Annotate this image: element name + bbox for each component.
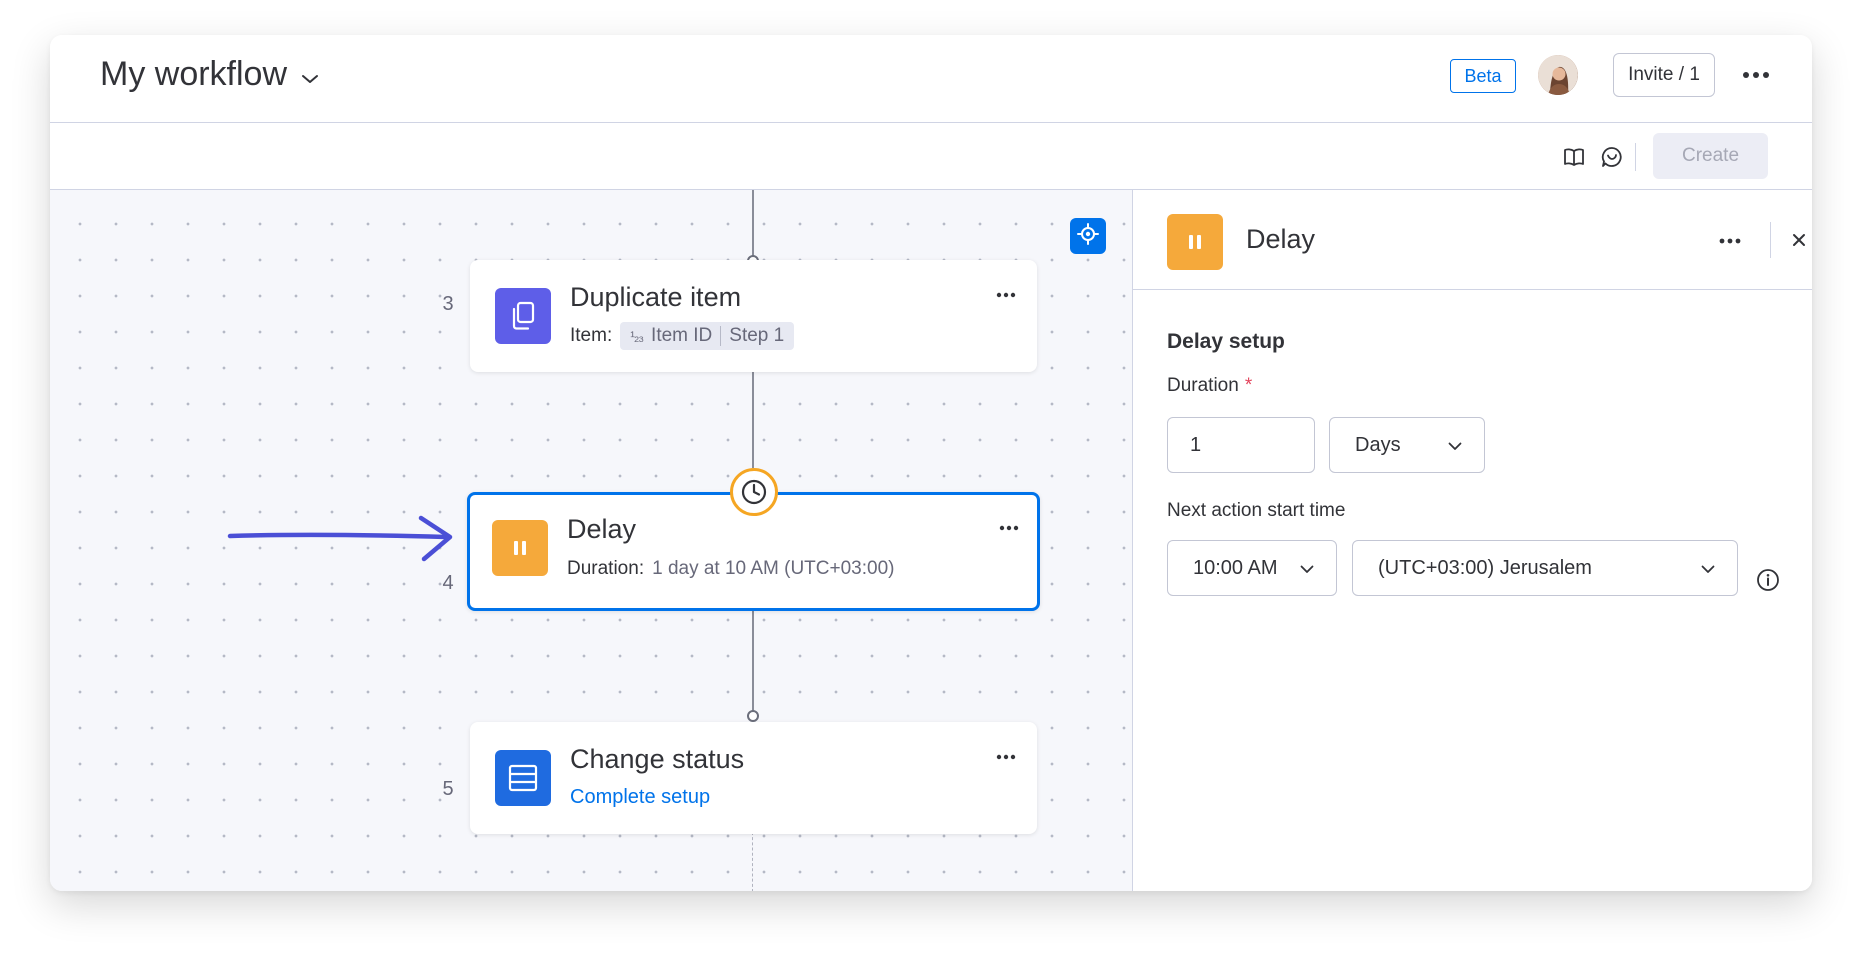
step-number: 4	[442, 572, 454, 594]
duplicate-icon	[495, 288, 551, 344]
connector-line	[752, 190, 754, 260]
step-subtitle: Item: ¹₂₃ Item ID Step 1	[570, 322, 795, 350]
clock-icon	[730, 468, 778, 516]
connector-dot	[747, 710, 759, 722]
app-window: My workflow Beta Invite / 1 Create 3 Dup…	[50, 35, 1812, 891]
step-card-change-status[interactable]: Change status Complete setup	[470, 722, 1037, 834]
duration-input[interactable]	[1167, 417, 1315, 473]
table-icon	[495, 750, 551, 806]
duration-label: Duration:	[567, 558, 645, 579]
item-label: Item:	[570, 325, 613, 346]
timezone-select[interactable]: (UTC+03:00) Jerusalem	[1352, 540, 1738, 596]
required-mark: *	[1244, 375, 1253, 396]
pause-icon	[492, 520, 548, 576]
delay-settings-panel: Delay Delay setup Duration* Days Next ac…	[1132, 190, 1812, 891]
step-more-icon[interactable]	[992, 515, 1026, 541]
connector-line	[752, 610, 754, 713]
chip-source: Step 1	[729, 325, 785, 346]
toolbar: Create	[50, 123, 1812, 190]
connector-line	[752, 372, 754, 468]
timezone-value: (UTC+03:00) Jerusalem	[1378, 556, 1592, 579]
workflow-title: My workflow	[100, 55, 288, 93]
step-more-icon[interactable]	[989, 744, 1023, 770]
close-icon[interactable]	[1787, 228, 1811, 252]
chip-field: Item ID	[651, 325, 713, 346]
create-button[interactable]: Create	[1653, 133, 1768, 179]
panel-more-icon[interactable]	[1713, 228, 1747, 254]
next-action-label: Next action start time	[1167, 500, 1346, 521]
avatar[interactable]	[1538, 55, 1578, 95]
crosshair-icon	[1077, 222, 1099, 250]
workflow-canvas[interactable]: 3 Duplicate item Item: ¹₂₃ Item ID Step …	[50, 190, 1132, 891]
duration-label: Duration *	[1167, 375, 1252, 397]
info-icon[interactable]	[1755, 567, 1781, 593]
connector-line-dashed	[752, 832, 753, 891]
panel-header-divider	[1770, 222, 1771, 258]
item-id-chip[interactable]: ¹₂₃ Item ID Step 1	[620, 322, 795, 350]
step-title: Duplicate item	[570, 282, 742, 312]
step-title: Change status	[570, 744, 745, 774]
duration-value: 1 day at 10 AM (UTC+03:00)	[652, 558, 895, 579]
time-select[interactable]: 10:00 AM	[1167, 540, 1337, 596]
step-subtitle: Complete setup	[570, 786, 710, 809]
duration-unit-value: Days	[1355, 433, 1401, 456]
chevron-down-icon	[1300, 557, 1314, 580]
beta-badge: Beta	[1450, 59, 1516, 93]
step-title: Delay	[567, 514, 637, 544]
step-more-icon[interactable]	[989, 282, 1023, 308]
chip-divider	[720, 326, 722, 346]
panel-header: Delay	[1133, 190, 1812, 290]
more-options-icon[interactable]	[1736, 57, 1776, 93]
chevron-down-icon	[1701, 557, 1715, 580]
time-value: 10:00 AM	[1193, 556, 1278, 579]
annotation-arrow-icon	[226, 515, 458, 574]
step-card-duplicate-item[interactable]: Duplicate item Item: ¹₂₃ Item ID Step 1	[470, 260, 1037, 372]
number-type-icon: ¹₂₃	[630, 328, 644, 344]
chevron-down-icon	[301, 55, 319, 94]
step-subtitle: Duration: 1 day at 10 AM (UTC+03:00)	[567, 558, 894, 580]
chat-help-icon[interactable]	[1598, 143, 1626, 171]
toolbar-divider	[1635, 143, 1636, 171]
section-title: Delay setup	[1167, 330, 1285, 353]
step-number: 3	[442, 293, 454, 315]
step-number: 5	[442, 778, 454, 800]
workflow-title-dropdown[interactable]: My workflow	[100, 55, 319, 94]
recenter-button[interactable]	[1070, 218, 1106, 254]
duration-unit-select[interactable]: Days	[1329, 417, 1485, 473]
panel-title: Delay	[1246, 224, 1316, 254]
invite-button[interactable]: Invite / 1	[1613, 53, 1715, 97]
complete-setup-link[interactable]: Complete setup	[570, 786, 710, 809]
header: My workflow Beta Invite / 1	[50, 35, 1812, 123]
duration-label-text: Duration	[1167, 375, 1239, 396]
chevron-down-icon	[1448, 434, 1462, 457]
pause-icon	[1167, 214, 1223, 270]
book-icon[interactable]	[1560, 143, 1588, 171]
